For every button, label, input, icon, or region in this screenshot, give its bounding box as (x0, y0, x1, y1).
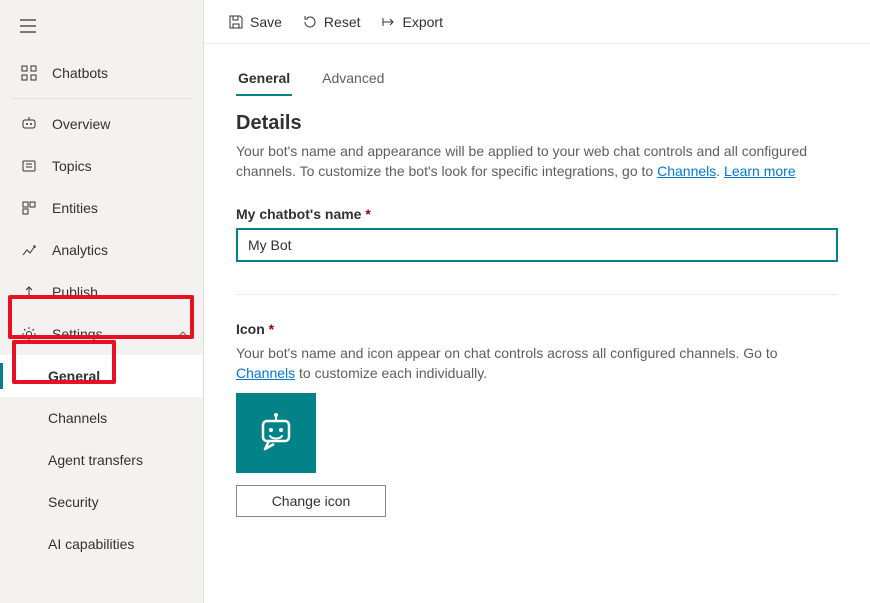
desc-text: Your bot's name and icon appear on chat … (236, 345, 778, 361)
export-button[interactable]: Export (371, 8, 453, 36)
save-button[interactable]: Save (218, 8, 292, 36)
label: Analytics (52, 242, 203, 258)
gear-icon (20, 325, 38, 343)
sidebar-sub-channels[interactable]: Channels (0, 397, 203, 439)
channels-link[interactable]: Channels (657, 163, 716, 179)
details-title: Details (236, 112, 838, 135)
name-field-label: My chatbot's name * (236, 206, 838, 222)
main-area: Save Reset Export General Advanced Detai… (204, 0, 870, 603)
label: Reset (324, 14, 361, 30)
change-icon-button[interactable]: Change icon (236, 485, 386, 517)
label: Publish (52, 284, 203, 300)
label: Overview (52, 116, 203, 132)
icon-description: Your bot's name and icon appear on chat … (236, 343, 838, 384)
sidebar: Chatbots Overview Topics Entities Analyt… (0, 0, 204, 603)
hamburger-icon (20, 19, 36, 33)
sidebar-label-chatbots: Chatbots (52, 65, 203, 81)
bot-icon-preview (236, 393, 316, 473)
save-icon (228, 14, 244, 30)
toolbar: Save Reset Export (204, 0, 870, 44)
icon-channels-link[interactable]: Channels (236, 365, 295, 381)
chatbot-icon (254, 411, 298, 455)
label: General (238, 70, 290, 86)
sidebar-sub-agent-transfers[interactable]: Agent transfers (0, 439, 203, 481)
label: Entities (52, 200, 203, 216)
label: Save (250, 14, 282, 30)
label-text: My chatbot's name (236, 206, 361, 222)
sidebar-item-entities[interactable]: Entities (0, 187, 203, 229)
sidebar-item-chatbots[interactable]: Chatbots (0, 52, 203, 94)
chatbot-name-input[interactable] (236, 228, 838, 262)
desc-text-b: to customize each individually. (295, 365, 487, 381)
sidebar-divider (12, 98, 191, 99)
label: Advanced (322, 70, 384, 86)
label: Channels (48, 410, 107, 426)
label: Settings (52, 326, 177, 342)
sidebar-item-topics[interactable]: Topics (0, 145, 203, 187)
sidebar-item-publish[interactable]: Publish (0, 271, 203, 313)
icon-field-label: Icon * (236, 321, 838, 337)
sidebar-sub-ai-capabilities[interactable]: AI capabilities (0, 523, 203, 565)
chevron-up-icon (177, 328, 189, 340)
analytics-icon (20, 241, 38, 259)
bot-icon (20, 115, 38, 133)
sidebar-item-overview[interactable]: Overview (0, 103, 203, 145)
section-separator (236, 294, 838, 295)
sidebar-item-settings[interactable]: Settings (0, 313, 203, 355)
details-description: Your bot's name and appearance will be a… (236, 141, 838, 182)
learn-more-link[interactable]: Learn more (724, 163, 796, 179)
hamburger-menu[interactable] (8, 6, 48, 46)
publish-icon (20, 283, 38, 301)
export-icon (381, 14, 397, 30)
label: Export (403, 14, 443, 30)
required-asterisk: * (269, 321, 274, 337)
content: General Advanced Details Your bot's name… (204, 44, 870, 537)
label: AI capabilities (48, 536, 134, 552)
label: Topics (52, 158, 203, 174)
topics-icon (20, 157, 38, 175)
sidebar-item-analytics[interactable]: Analytics (0, 229, 203, 271)
sidebar-sub-general[interactable]: General (0, 355, 203, 397)
required-asterisk: * (365, 206, 370, 222)
tab-general[interactable]: General (236, 62, 292, 96)
label: Security (48, 494, 99, 510)
tabs: General Advanced (236, 62, 838, 96)
desc-sep: . (716, 163, 724, 179)
label: General (48, 368, 100, 384)
entities-icon (20, 199, 38, 217)
tab-advanced[interactable]: Advanced (320, 62, 386, 96)
label-text: Icon (236, 321, 265, 337)
reset-icon (302, 14, 318, 30)
reset-button[interactable]: Reset (292, 8, 371, 36)
grid-icon (20, 64, 38, 82)
sidebar-sub-security[interactable]: Security (0, 481, 203, 523)
label: Agent transfers (48, 452, 143, 468)
